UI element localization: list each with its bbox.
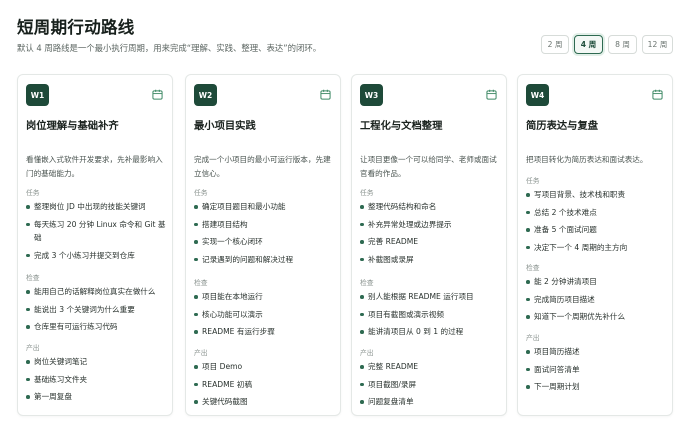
page-subtitle: 默认 4 周路线是一个最小执行周期，用来完成“理解、实践、整理、表达”的闭环。	[17, 43, 322, 53]
week-title: 最小项目实践	[194, 120, 256, 132]
task-item: 完成 3 个小练习并提交到仓库	[26, 249, 170, 263]
outputs-label: 产出	[194, 349, 208, 357]
output-item: 问题复盘清单	[360, 395, 504, 409]
check-item: 项目有截图或演示视频	[360, 308, 504, 322]
page-title: 短周期行动路线	[17, 18, 135, 37]
duration-selector: 2 周 4 周 8 周 12 周	[541, 35, 673, 54]
task-item: 准备 5 个面试问题	[526, 223, 670, 237]
calendar-icon	[652, 89, 663, 100]
week-card-2: W2 最小项目实践 完成一个小项目的最小可运行版本，先建立信心。 任务 确定项目…	[185, 74, 341, 416]
duration-12w-button[interactable]: 12 周	[642, 35, 673, 54]
week-description: 完成一个小项目的最小可运行版本，先建立信心。	[194, 155, 331, 178]
task-item: 写项目背景、技术栈和职责	[526, 188, 670, 202]
check-item: 能讲清项目从 0 到 1 的过程	[360, 325, 504, 339]
checks-label: 检查	[526, 264, 540, 272]
check-item: README 有运行步骤	[194, 325, 338, 339]
outputs-list: 岗位关键词笔记 基础练习文件夹 第一周复盘	[26, 355, 170, 408]
week-badge: W4	[526, 84, 549, 106]
task-item: 补截图或录屏	[360, 253, 504, 267]
task-item: 实现一个核心闭环	[194, 235, 338, 249]
tasks-list: 确定项目题目和最小功能 搭建项目结构 实现一个核心闭环 记录遇到的问题和解决过程	[194, 200, 338, 270]
duration-4w-button[interactable]: 4 周	[574, 35, 603, 54]
output-item: 关键代码截图	[194, 395, 338, 409]
task-item: 总结 2 个技术难点	[526, 206, 670, 220]
task-item: 整理代码结构和命名	[360, 200, 504, 214]
checks-list: 别人能根据 README 运行项目 项目有截图或演示视频 能讲清项目从 0 到 …	[360, 290, 504, 343]
task-item: 决定下一个 4 周期的主方向	[526, 241, 670, 255]
checks-label: 检查	[194, 279, 208, 287]
output-item: 面试问答清单	[526, 363, 670, 377]
tasks-label: 任务	[526, 177, 540, 185]
roadmap-panel: 短周期行动路线 默认 4 周路线是一个最小执行周期，用来完成“理解、实践、整理、…	[0, 0, 690, 431]
week-description: 把项目转化为简历表达和面试表达。	[526, 155, 648, 164]
tasks-list: 整理代码结构和命名 补充异常处理或边界提示 完善 README 补截图或录屏	[360, 200, 504, 270]
week-title: 工程化与文档整理	[360, 120, 443, 132]
task-item: 确定项目题目和最小功能	[194, 200, 338, 214]
task-item: 完善 README	[360, 235, 504, 249]
output-item: 项目 Demo	[194, 360, 338, 374]
output-item: 第一周复盘	[26, 390, 170, 404]
checks-list: 能用自己的话解释岗位真实在做什么 能说出 3 个关键词为什么重要 仓库里有可运行…	[26, 285, 170, 338]
checks-list: 能 2 分钟讲清项目 完成简历项目描述 知道下一个周期优先补什么	[526, 275, 670, 328]
week-description: 看懂嵌入式软件开发要求，先补最影响入门的基础能力。	[26, 155, 163, 178]
outputs-list: 项目简历描述 面试问答清单 下一周期计划	[526, 345, 670, 398]
check-item: 知道下一个周期优先补什么	[526, 310, 670, 324]
week-badge: W1	[26, 84, 49, 106]
outputs-list: 项目 Demo README 初稿 关键代码截图	[194, 360, 338, 413]
check-item: 项目能在本地运行	[194, 290, 338, 304]
output-item: 完整 README	[360, 360, 504, 374]
output-item: 岗位关键词笔记	[26, 355, 170, 369]
week-card-1: W1 岗位理解与基础补齐 看懂嵌入式软件开发要求，先补最影响入门的基础能力。 任…	[17, 74, 173, 416]
check-item: 能说出 3 个关键词为什么重要	[26, 303, 170, 317]
tasks-label: 任务	[360, 189, 374, 197]
check-item: 别人能根据 README 运行项目	[360, 290, 504, 304]
checks-label: 检查	[360, 279, 374, 287]
duration-8w-button[interactable]: 8 周	[608, 35, 637, 54]
check-item: 能用自己的话解释岗位真实在做什么	[26, 285, 170, 299]
output-item: README 初稿	[194, 378, 338, 392]
week-title: 简历表达与复盘	[526, 120, 599, 132]
week-badge: W2	[194, 84, 217, 106]
check-item: 仓库里有可运行练习代码	[26, 320, 170, 334]
outputs-label: 产出	[360, 349, 374, 357]
outputs-list: 完整 README 项目截图/录屏 问题复盘清单	[360, 360, 504, 413]
check-item: 完成简历项目描述	[526, 293, 670, 307]
task-item: 补充异常处理或边界提示	[360, 218, 504, 232]
check-item: 能 2 分钟讲清项目	[526, 275, 670, 289]
task-item: 搭建项目结构	[194, 218, 338, 232]
task-item: 整理岗位 JD 中出现的技能关键词	[26, 200, 170, 214]
task-item: 记录遇到的问题和解决过程	[194, 253, 338, 267]
check-item: 核心功能可以演示	[194, 308, 338, 322]
calendar-icon	[152, 89, 163, 100]
checks-label: 检查	[26, 274, 40, 282]
output-item: 项目截图/录屏	[360, 378, 504, 392]
tasks-label: 任务	[26, 189, 40, 197]
output-item: 下一周期计划	[526, 380, 670, 394]
checks-list: 项目能在本地运行 核心功能可以演示 README 有运行步骤	[194, 290, 338, 343]
week-card-3: W3 工程化与文档整理 让项目更像一个可以给同学、老师或面试官看的作品。 任务 …	[351, 74, 507, 416]
outputs-label: 产出	[526, 334, 540, 342]
task-item: 每天练习 20 分钟 Linux 命令和 Git 基础	[26, 218, 170, 245]
week-badge: W3	[360, 84, 383, 106]
tasks-label: 任务	[194, 189, 208, 197]
week-card-4: W4 简历表达与复盘 把项目转化为简历表达和面试表达。 任务 写项目背景、技术栈…	[517, 74, 673, 416]
output-item: 项目简历描述	[526, 345, 670, 359]
tasks-list: 写项目背景、技术栈和职责 总结 2 个技术难点 准备 5 个面试问题 决定下一个…	[526, 188, 670, 258]
duration-2w-button[interactable]: 2 周	[541, 35, 569, 54]
calendar-icon	[320, 89, 331, 100]
calendar-icon	[486, 89, 497, 100]
outputs-label: 产出	[26, 344, 40, 352]
output-item: 基础练习文件夹	[26, 373, 170, 387]
week-description: 让项目更像一个可以给同学、老师或面试官看的作品。	[360, 155, 497, 178]
tasks-list: 整理岗位 JD 中出现的技能关键词 每天练习 20 分钟 Linux 命令和 G…	[26, 200, 170, 266]
week-title: 岗位理解与基础补齐	[26, 120, 119, 132]
